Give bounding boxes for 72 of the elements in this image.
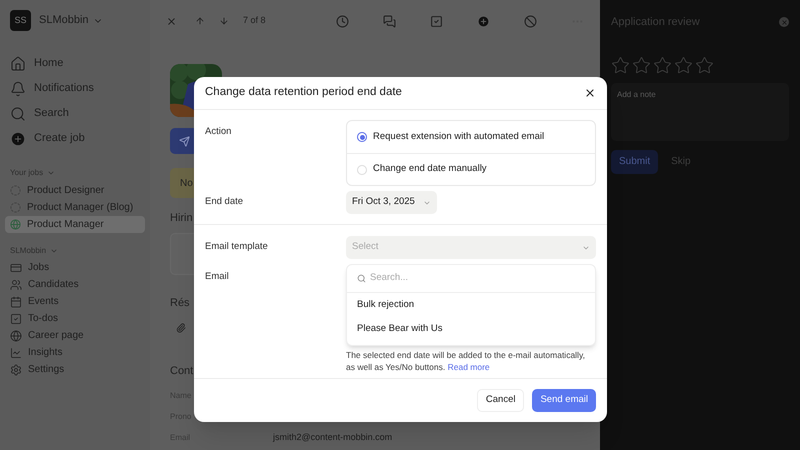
star-icon[interactable] [632,56,651,74]
ban-icon[interactable] [524,14,537,28]
arrow-up-icon[interactable] [195,16,205,26]
search-field[interactable]: Search... [370,271,585,286]
calendar-icon [10,296,22,308]
job-item[interactable]: Product Manager (Blog) [5,199,145,216]
section-title: Rés [170,296,190,310]
nav-item[interactable]: Home [34,55,64,72]
search-icon [10,106,26,122]
chat-icon[interactable] [383,14,396,28]
record-counter: 7 of 8 [243,14,266,28]
nav-item[interactable]: Jobs [28,260,50,275]
nav-item[interactable]: Candidates [28,277,79,292]
section-title: Cont [170,364,194,379]
read-more-link[interactable]: Read more [448,362,490,372]
clock-icon[interactable] [336,14,349,28]
radio-button[interactable] [357,132,367,142]
job-item[interactable]: Product Designer [5,182,145,199]
nav-item[interactable]: Insights [28,345,62,360]
dialog-title: Change data retention period end date [205,85,402,100]
star-icon[interactable] [653,56,672,74]
checkbox-icon[interactable] [430,14,443,28]
note-field[interactable]: Add a note [611,82,789,140]
field-label: End date [205,195,244,210]
date-picker[interactable]: Fri Oct 3, 2025 [346,191,437,214]
dropdown-option[interactable]: Please Bear with Us [347,318,595,341]
star-icon[interactable] [674,56,693,74]
template-select[interactable]: Select [346,236,596,259]
send-email-button[interactable]: Send email [532,389,596,412]
cancel-button[interactable]: Cancel [476,389,524,412]
settings-icon [10,364,22,376]
submit-button[interactable]: Submit [611,150,658,174]
nav-item[interactable]: Career page [28,328,84,343]
checkbox-icon [10,312,22,324]
nav-item[interactable]: Settings [28,362,64,377]
field-label: Email [205,270,230,284]
chart-icon [10,346,22,358]
close-icon [780,18,788,26]
star-icon[interactable] [611,56,630,74]
hint-text: The selected end date will be added to the e-mail automatically, as well as Yes/No buttons. Read more [346,349,586,373]
star-icon[interactable] [695,56,714,74]
close-icon[interactable] [584,87,596,99]
dropdown-option[interactable]: Bulk rejection [347,294,595,317]
nav-item[interactable]: Events [28,294,59,309]
nav-item[interactable]: Create job [34,130,85,147]
paperclip-icon [176,323,186,333]
workspace-logo: SS [10,10,31,31]
field-value: jsmith2@content-mobbin.com [273,431,392,444]
plus-circle-icon [10,130,26,146]
search-icon [357,274,366,283]
globe-icon [10,219,21,230]
home-icon [10,56,26,72]
card-icon [10,262,22,274]
workspace-switcher[interactable]: SLMobbin [39,12,103,29]
job-item[interactable]: Product Manager [5,216,145,233]
globe-icon [10,330,22,342]
nav-item[interactable]: To-dos [28,311,58,326]
caret-icon [47,169,56,177]
field-label: Email template [205,240,269,254]
radio-option[interactable]: Request extension with automated email [347,121,595,153]
nav-item[interactable]: Notifications [34,80,94,97]
plus-circle-icon[interactable] [477,14,490,28]
caret-icon [50,247,58,255]
send-icon [178,136,190,146]
arrow-down-icon[interactable] [219,16,229,26]
people-icon [10,278,22,290]
field-label: Action [205,125,232,139]
radio-option[interactable]: Change end date manually [347,153,595,185]
close-button[interactable] [779,17,789,28]
nav-item[interactable]: Search [34,105,69,122]
section-title: Hirin [170,211,193,226]
bell-icon [10,80,26,96]
